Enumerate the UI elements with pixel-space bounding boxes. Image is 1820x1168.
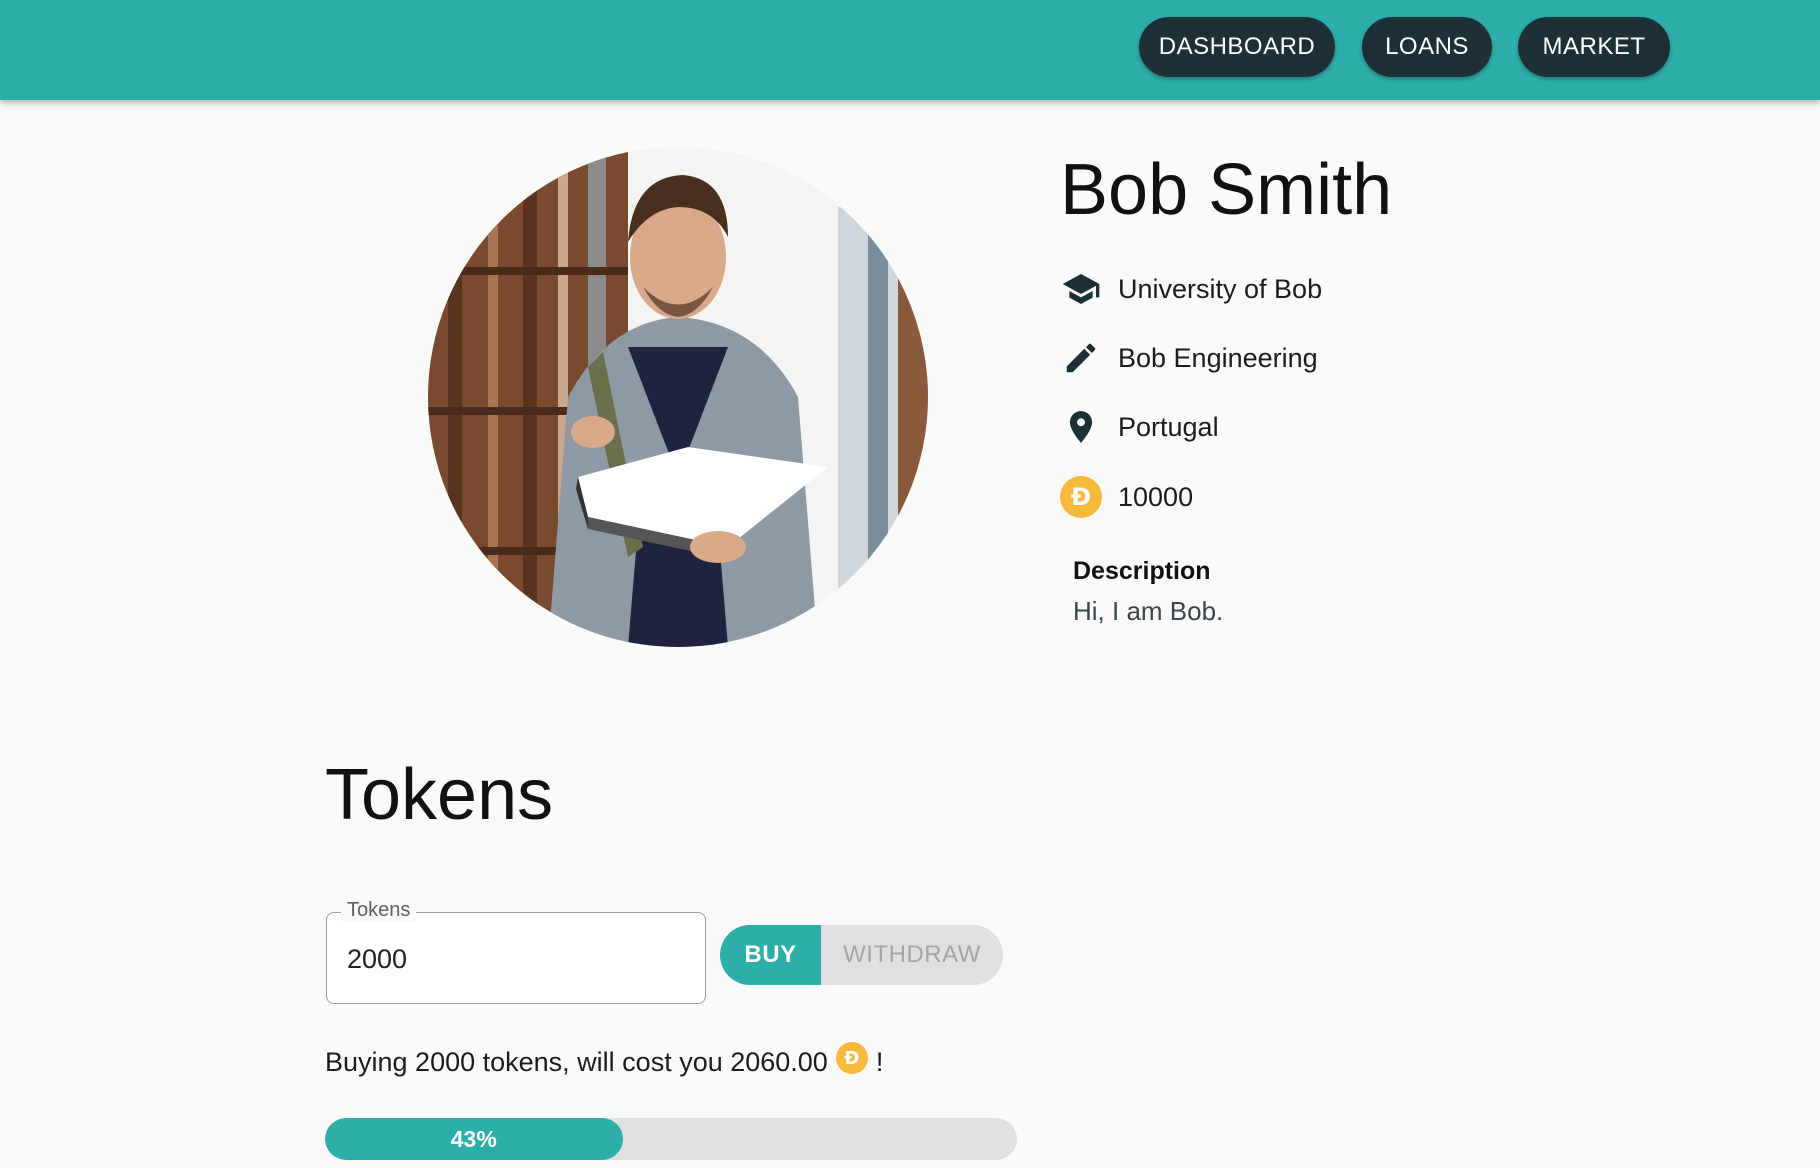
buy-button[interactable]: BUY (720, 925, 821, 985)
progress-bar: 43% (325, 1118, 1017, 1160)
university-text: University of Bob (1118, 273, 1323, 304)
graduation-cap-icon (1060, 268, 1102, 310)
coin-icon: Ð (1060, 476, 1102, 518)
tokens-field-label: Tokens (341, 899, 417, 922)
tokens-input[interactable] (347, 939, 687, 979)
detail-balance: Ð 10000 (1060, 475, 1193, 519)
location-text: Portugal (1118, 411, 1219, 442)
tokens-field: Tokens (326, 899, 706, 1004)
market-button[interactable]: MARKET (1518, 17, 1670, 77)
detail-course: Bob Engineering (1060, 336, 1318, 380)
withdraw-button[interactable]: WITHDRAW (821, 925, 1003, 985)
pencil-icon (1060, 337, 1102, 379)
cost-summary: Buying 2000 tokens, will cost you 2060.0… (325, 1042, 883, 1082)
coin-icon: Ð (835, 1042, 868, 1074)
progress-label: 43% (450, 1125, 497, 1152)
location-pin-icon (1060, 406, 1102, 448)
profile-photo (428, 147, 928, 647)
dashboard-button[interactable]: DASHBOARD (1139, 17, 1335, 77)
course-text: Bob Engineering (1118, 342, 1318, 373)
coin-icon-wrapper: Ð (1060, 476, 1102, 518)
detail-university: University of Bob (1060, 267, 1322, 311)
progress-fill: 43% (325, 1118, 623, 1160)
loans-button[interactable]: LOANS (1362, 17, 1492, 77)
buy-withdraw-toggle: BUY WITHDRAW (720, 925, 1003, 985)
profile-name: Bob Smith (1060, 150, 1393, 230)
top-app-bar: DASHBOARD LOANS MARKET (0, 0, 1820, 100)
description-text: Hi, I am Bob. (1073, 596, 1224, 626)
balance-text: 10000 (1118, 481, 1194, 512)
tokens-heading: Tokens (325, 755, 554, 835)
description-title: Description (1073, 557, 1211, 585)
profile-photo-image (428, 147, 928, 647)
cost-suffix: ! (875, 1046, 884, 1077)
cost-text: Buying 2000 tokens, will cost you 2060.0… (325, 1046, 828, 1077)
detail-location: Portugal (1060, 405, 1219, 449)
